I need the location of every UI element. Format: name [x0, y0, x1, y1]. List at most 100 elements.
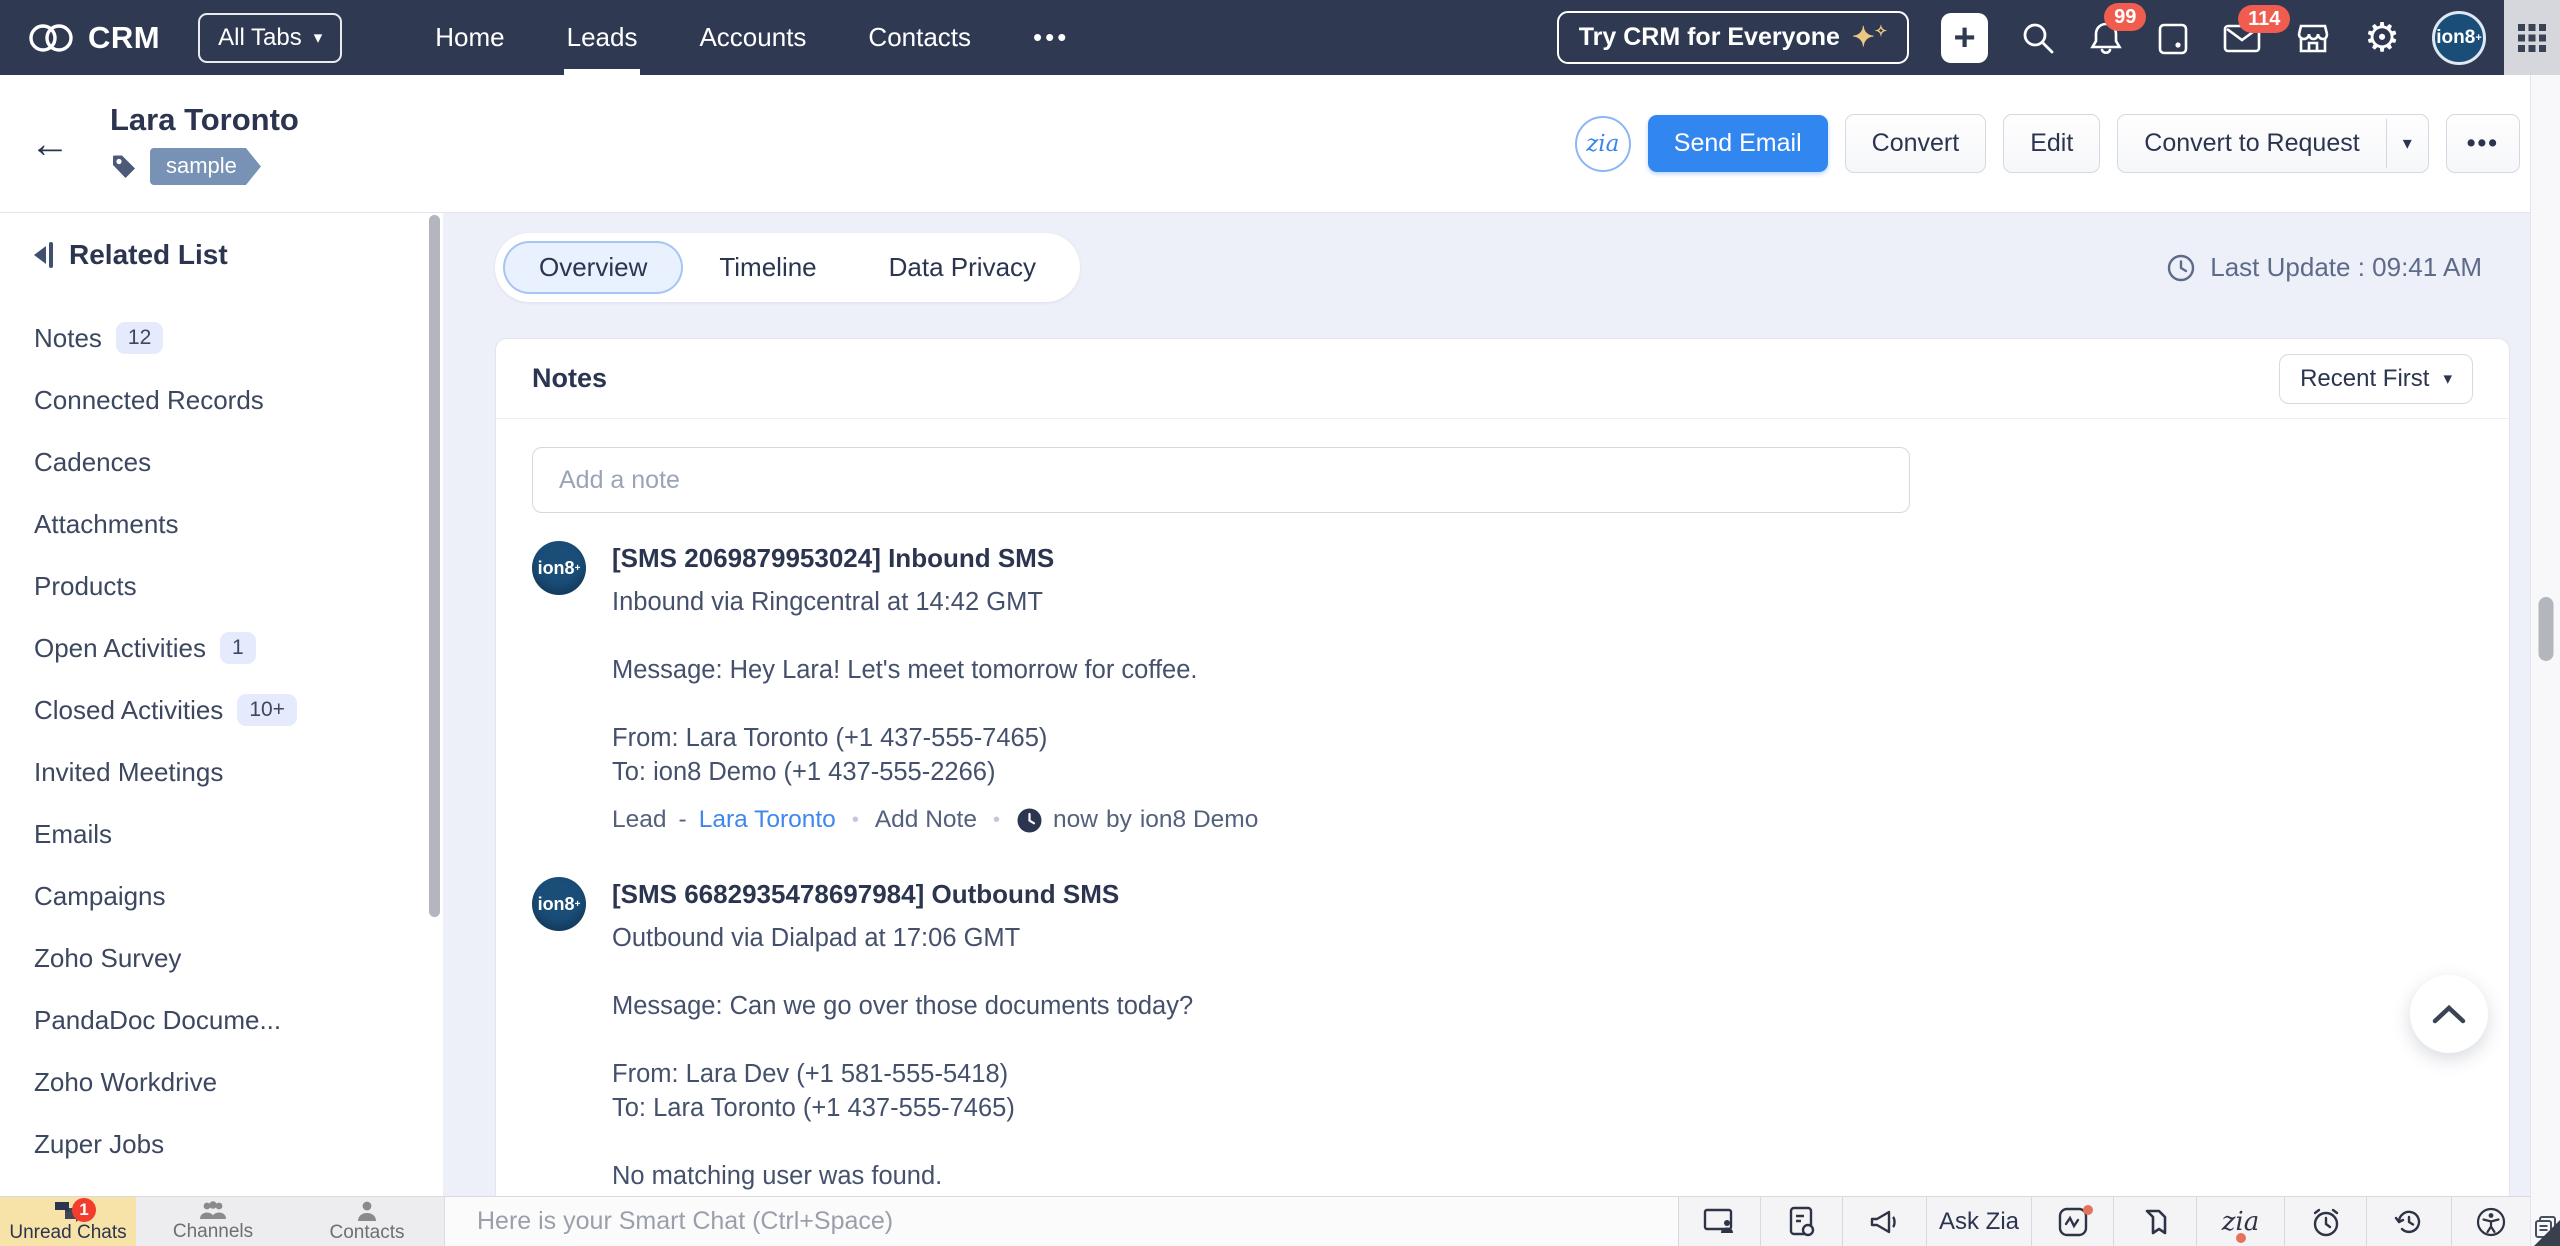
right-rail [2530, 75, 2560, 1246]
back-button[interactable]: ← [30, 124, 70, 164]
note-item: ion8+ [SMS 2069879953024] Inbound SMS In… [532, 541, 2473, 837]
note-line: Message: Hey Lara! Let's meet tomorrow f… [612, 653, 1258, 687]
all-tabs-dropdown[interactable]: All Tabs ▾ [198, 13, 342, 63]
history-icon[interactable] [2366, 1197, 2451, 1246]
mail-icon[interactable]: 114 [2222, 21, 2262, 55]
navbar-left: CRM All Tabs ▾ Home Leads Accounts Conta… [0, 0, 1100, 75]
record-title-block: Lara Toronto sample [110, 102, 299, 185]
nav-item-leads[interactable]: Leads [536, 0, 669, 75]
notification-dot [2236, 1233, 2246, 1243]
separator-dot: • [852, 803, 859, 837]
sidebar-item-zoho-workdrive[interactable]: Zoho Workdrive [34, 1051, 443, 1113]
person-icon [356, 1200, 378, 1222]
sidebar-item-invited-meetings[interactable]: Invited Meetings [34, 741, 443, 803]
channels-tab[interactable]: Channels [136, 1197, 290, 1246]
nav-more-menu[interactable]: ••• [1002, 0, 1100, 75]
more-actions-button[interactable]: ••• [2446, 114, 2520, 173]
sidebar-item-products[interactable]: Products [34, 555, 443, 617]
chevron-up-icon [2431, 1003, 2467, 1025]
announcement-icon[interactable] [1842, 1197, 1926, 1246]
send-email-button[interactable]: Send Email [1648, 115, 1828, 172]
marketplace-icon[interactable] [2294, 20, 2332, 56]
scroll-to-top-button[interactable] [2410, 975, 2488, 1053]
note-title: [SMS 6682935478697984] Outbound SMS [612, 877, 1193, 911]
sidebar-item-pandadoc[interactable]: PandaDoc Docume... [34, 989, 443, 1051]
sidebar-item-emails[interactable]: Emails [34, 803, 443, 865]
main-scrollbar-thumb[interactable] [2538, 597, 2553, 661]
quick-create-button[interactable]: + [1941, 13, 1988, 63]
sidebar-item-closed-activities[interactable]: Closed Activities 10+ [34, 679, 443, 741]
add-note-action[interactable]: Add Note [875, 803, 977, 837]
sidebar-item-zoho-survey[interactable]: Zoho Survey [34, 927, 443, 989]
related-list-header: Related List [34, 239, 443, 271]
sidebar-item-zuper-jobs[interactable]: Zuper Jobs [34, 1113, 443, 1175]
notes-title: Notes [532, 363, 607, 394]
note-author-avatar: ion8+ [532, 877, 586, 931]
note-content: [SMS 6682935478697984] Outbound SMS Outb… [612, 877, 1193, 1193]
contacts-tab[interactable]: Contacts [290, 1197, 444, 1246]
unread-chats-label: Unread Chats [9, 1223, 126, 1244]
edit-button[interactable]: Edit [2003, 114, 2100, 173]
tab-timeline[interactable]: Timeline [683, 241, 852, 294]
dash: - [679, 803, 687, 837]
sample-tag-badge[interactable]: sample [150, 148, 261, 185]
accessibility-icon[interactable] [2451, 1197, 2530, 1246]
tag-label-icon[interactable] [2113, 1197, 2196, 1246]
module-nav: Home Leads Accounts Contacts ••• [404, 0, 1100, 75]
smart-chat-field[interactable] [444, 1197, 1678, 1246]
add-note-input[interactable] [532, 447, 1910, 513]
activity-pulse-icon[interactable] [2031, 1197, 2113, 1246]
notes-sort-dropdown[interactable]: Recent First ▾ [2279, 354, 2473, 404]
tab-overview[interactable]: Overview [503, 241, 683, 294]
collapse-sidebar-icon[interactable] [34, 242, 53, 268]
settings-gear-icon[interactable]: ⚙ [2364, 18, 2400, 58]
sidebar-item-open-activities[interactable]: Open Activities 1 [34, 617, 443, 679]
apps-grid-icon [2517, 23, 2547, 53]
nav-item-contacts[interactable]: Contacts [837, 0, 1002, 75]
nav-item-home[interactable]: Home [404, 0, 535, 75]
crm-logo[interactable]: CRM [28, 20, 160, 56]
apps-grid-strip[interactable] [2504, 0, 2560, 75]
caret-down-icon[interactable]: ▾ [2386, 119, 2428, 168]
tab-data-privacy[interactable]: Data Privacy [853, 241, 1072, 294]
brand-text: CRM [88, 20, 160, 56]
user-avatar[interactable]: ion8+ [2432, 11, 2486, 65]
sidebar-scrollbar-thumb[interactable] [429, 215, 440, 917]
try-crm-button[interactable]: Try CRM for Everyone ✦✧ [1557, 11, 1909, 64]
sort-label: Recent First [2300, 365, 2429, 393]
sidebar-item-connected-records[interactable]: Connected Records [34, 369, 443, 431]
last-update-text: Last Update : 09:41 AM [2210, 252, 2482, 283]
smart-chat-input[interactable] [445, 1197, 1678, 1246]
sidebar-item-campaigns[interactable]: Campaigns [34, 865, 443, 927]
screen-share-icon[interactable] [1678, 1197, 1760, 1246]
zia-icon[interactable]: zia [1575, 116, 1631, 172]
note-line: To: Lara Toronto (+1 437-555-7465) [612, 1091, 1193, 1125]
notifications-bell-icon[interactable]: 99 [2088, 19, 2124, 57]
zia-sketch-icon[interactable]: zia [2196, 1197, 2284, 1246]
device-feedback-icon[interactable] [1760, 1197, 1842, 1246]
ask-zia-button[interactable]: Ask Zia [1926, 1197, 2031, 1246]
note-record-link[interactable]: Lara Toronto [699, 803, 836, 837]
note-line [612, 687, 1258, 721]
calendar-icon[interactable] [2156, 19, 2190, 57]
sidebar-item-notes[interactable]: Notes 12 [34, 307, 443, 369]
zoho-crm-window: CRM All Tabs ▾ Home Leads Accounts Conta… [0, 0, 2560, 1246]
convert-to-request-label[interactable]: Convert to Request [2118, 115, 2385, 172]
caret-down-icon: ▾ [314, 28, 323, 48]
sidebar-item-attachments[interactable]: Attachments [34, 493, 443, 555]
alarm-clock-icon[interactable] [2284, 1197, 2366, 1246]
smart-chat-bar: 1 Unread Chats Channels Contacts [0, 1196, 2530, 1246]
detail-tabs: Overview Timeline Data Privacy [495, 233, 1080, 302]
note-item: ion8+ [SMS 6682935478697984] Outbound SM… [532, 877, 2473, 1193]
sidebar-item-zoho-desk[interactable]: Zoho Desk [34, 1175, 443, 1196]
search-icon[interactable] [2020, 20, 2056, 56]
notes-card-body: ion8+ [SMS 2069879953024] Inbound SMS In… [496, 419, 2509, 1193]
nav-item-accounts[interactable]: Accounts [668, 0, 837, 75]
detail-tabs-row: Overview Timeline Data Privacy Last Upda… [495, 233, 2510, 302]
sidebar-item-cadences[interactable]: Cadences [34, 431, 443, 493]
navbar-right: Try CRM for Everyone ✦✧ + 99 [1557, 11, 2504, 65]
separator-dot: • [993, 803, 1000, 837]
convert-button[interactable]: Convert [1845, 114, 1987, 173]
note-line: Message: Can we go over those documents … [612, 989, 1193, 1023]
unread-chats-tab[interactable]: 1 Unread Chats [0, 1197, 136, 1246]
